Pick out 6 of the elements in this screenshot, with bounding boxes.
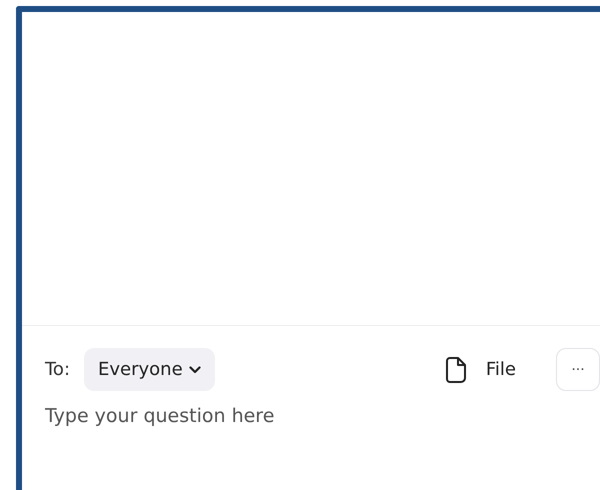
to-label: To: — [45, 359, 70, 380]
recipient-dropdown[interactable]: Everyone — [84, 348, 215, 391]
file-icon — [446, 356, 466, 382]
file-button[interactable]: File — [446, 356, 516, 382]
chevron-down-icon — [188, 366, 201, 374]
more-button[interactable]: ··· — [556, 348, 600, 391]
